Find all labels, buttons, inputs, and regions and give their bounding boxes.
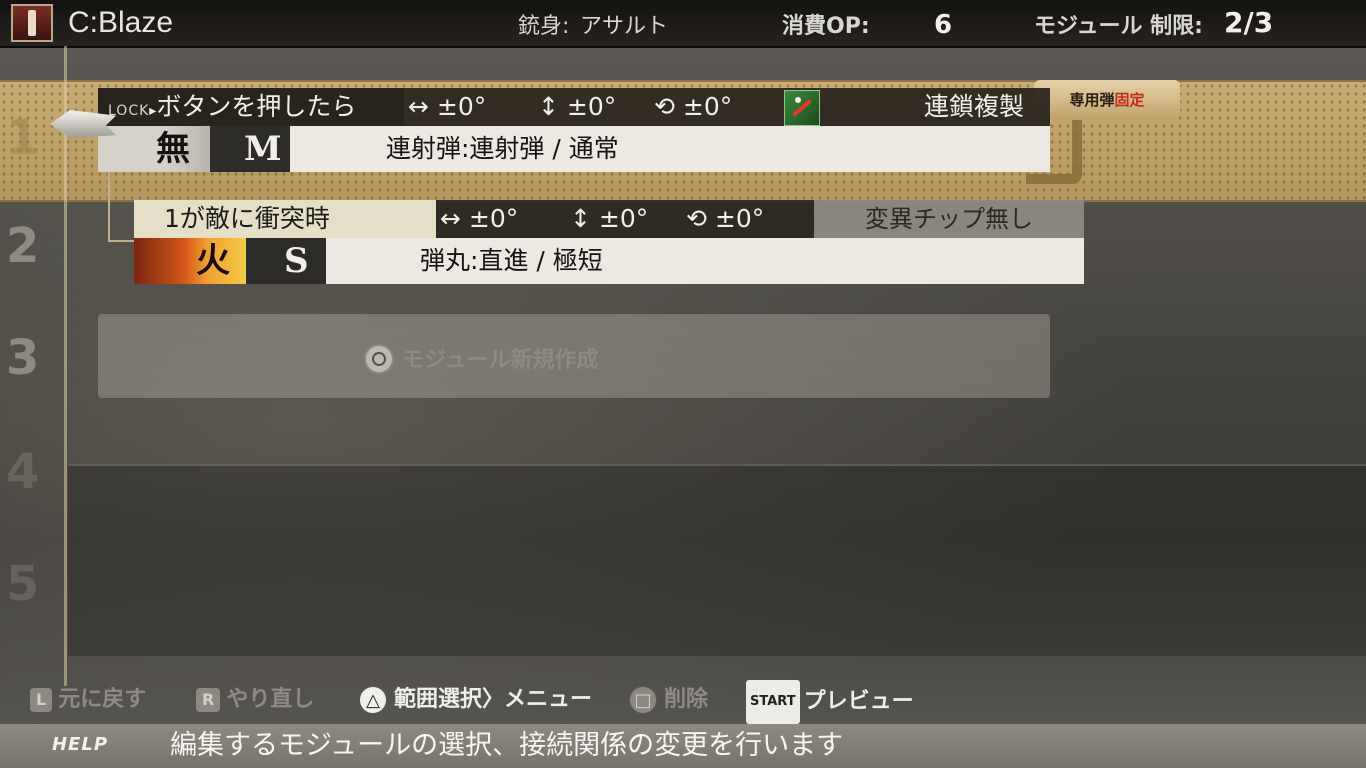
- row-number-4: 4: [6, 444, 40, 500]
- chain-copy-chip-icon: [784, 90, 820, 126]
- row-number-1: 1: [6, 110, 40, 166]
- attribute-fire-icon: 火: [134, 238, 246, 284]
- weapon-icon: [11, 4, 53, 42]
- undo-hint[interactable]: L 元に戻す: [30, 680, 146, 720]
- row-divider: [64, 46, 67, 686]
- attribute-none-icon: 無: [98, 126, 210, 172]
- bullet-size-badge: S: [246, 238, 326, 284]
- module-1-bullet-name: 連射弾:連射弾 / 通常: [386, 134, 619, 163]
- connector-line: [108, 170, 110, 242]
- delete-hint[interactable]: □ 削除: [628, 680, 708, 720]
- row-number-5: 5: [6, 556, 40, 612]
- help-tag: HELP: [51, 734, 109, 755]
- weapon-name: C:Blaze: [68, 6, 174, 39]
- bullet-size-badge: M: [210, 126, 290, 172]
- preview-hint[interactable]: START プレビュー: [746, 680, 914, 724]
- horizontal-adjust[interactable]: ↔ ±0°: [440, 200, 518, 238]
- variant-chip-slot[interactable]: 変異チップ無し: [814, 200, 1084, 238]
- new-module-label: モジュール新規作成: [402, 348, 599, 373]
- dedicated-bullet-fixed-badge: 専用弾固定: [1034, 80, 1180, 120]
- module-2-trigger[interactable]: 1が敵に衝突時: [134, 200, 436, 238]
- row-number-2: 2: [6, 218, 40, 274]
- help-bar: HELP 編集するモジュールの選択、接続関係の変更を行います: [0, 724, 1366, 768]
- module-limit-label: モジュール 制限:: [1034, 14, 1203, 39]
- op-cost-value: 6: [934, 10, 953, 40]
- module-limit-value: 2/3: [1224, 6, 1274, 39]
- horizontal-adjust[interactable]: ↔ ±0°: [408, 88, 486, 126]
- circle-button-icon: [364, 344, 394, 374]
- module-2-trigger-bar[interactable]: 1が敵に衝突時 ↔ ±0° ↕ ±0° ⟲ ±0° 変異チップ無し: [134, 200, 1084, 238]
- variant-chip-label[interactable]: 連鎖複製: [924, 88, 1024, 126]
- range-select-menu-hint[interactable]: △ 範囲選択〉メニュー: [358, 680, 592, 720]
- module-1-bullet-bar[interactable]: 無 M 連射弾:連射弾 / 通常: [98, 126, 1050, 172]
- vertical-adjust[interactable]: ↕ ±0°: [538, 88, 616, 126]
- r-button-icon: R: [196, 688, 221, 712]
- rotation-adjust[interactable]: ⟲ ±0°: [686, 200, 764, 238]
- connector-line: [108, 240, 136, 242]
- rotation-adjust[interactable]: ⟲ ±0°: [654, 88, 732, 126]
- control-hints: L 元に戻す R やり直し △ 範囲選択〉メニュー □ 削除 START プレビュー: [0, 680, 1366, 724]
- module-1-trigger-bar[interactable]: LOCK▸ボタンを押したら ↔ ±0° ↕ ±0° ⟲ ±0° 連鎖複製: [98, 88, 1050, 126]
- new-module-slot[interactable]: モジュール新規作成: [98, 314, 1050, 398]
- op-cost-label: 消費OP:: [782, 14, 870, 39]
- vertical-adjust[interactable]: ↕ ±0°: [570, 200, 648, 238]
- triangle-button-icon: △: [358, 685, 388, 715]
- start-button-icon: START: [746, 680, 800, 724]
- empty-rows-panel: [68, 464, 1366, 656]
- l-button-icon: L: [30, 688, 53, 712]
- redo-hint[interactable]: R やり直し: [196, 680, 314, 720]
- row-number-3: 3: [6, 330, 40, 386]
- help-text: 編集するモジュールの選択、接続関係の変更を行います: [170, 730, 844, 761]
- gun-body-value: アサルト: [580, 14, 669, 39]
- square-button-icon: □: [628, 685, 658, 715]
- module-1-trigger[interactable]: LOCK▸ボタンを押したら: [98, 88, 404, 126]
- top-bar: C:Blaze 銃身: アサルト 消費OP: 6 モジュール 制限: 2/3: [0, 0, 1366, 48]
- module-2-bullet-bar[interactable]: 火 S 弾丸:直進 / 極短: [134, 238, 1084, 284]
- gun-body-label: 銃身:: [518, 14, 570, 39]
- module-2-bullet-name: 弾丸:直進 / 極短: [420, 246, 603, 275]
